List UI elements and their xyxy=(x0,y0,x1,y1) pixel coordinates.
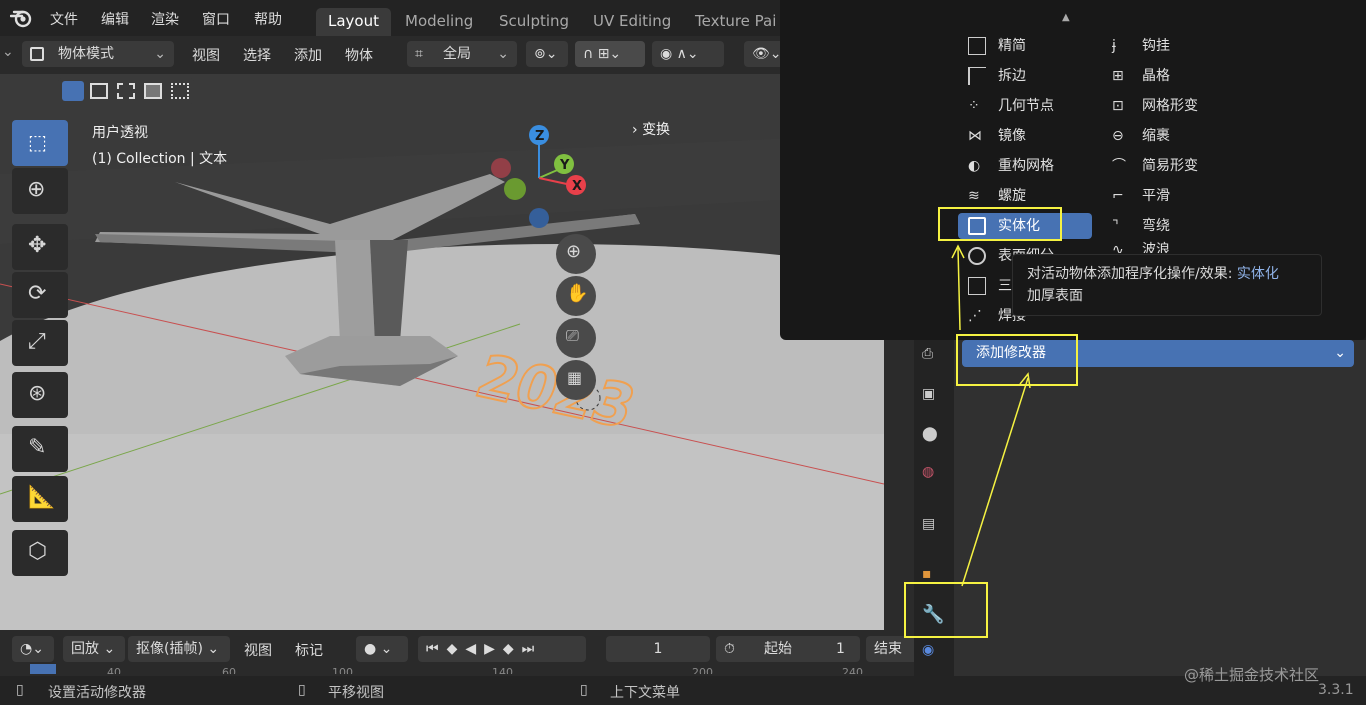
annotation-arrows xyxy=(951,244,1031,587)
